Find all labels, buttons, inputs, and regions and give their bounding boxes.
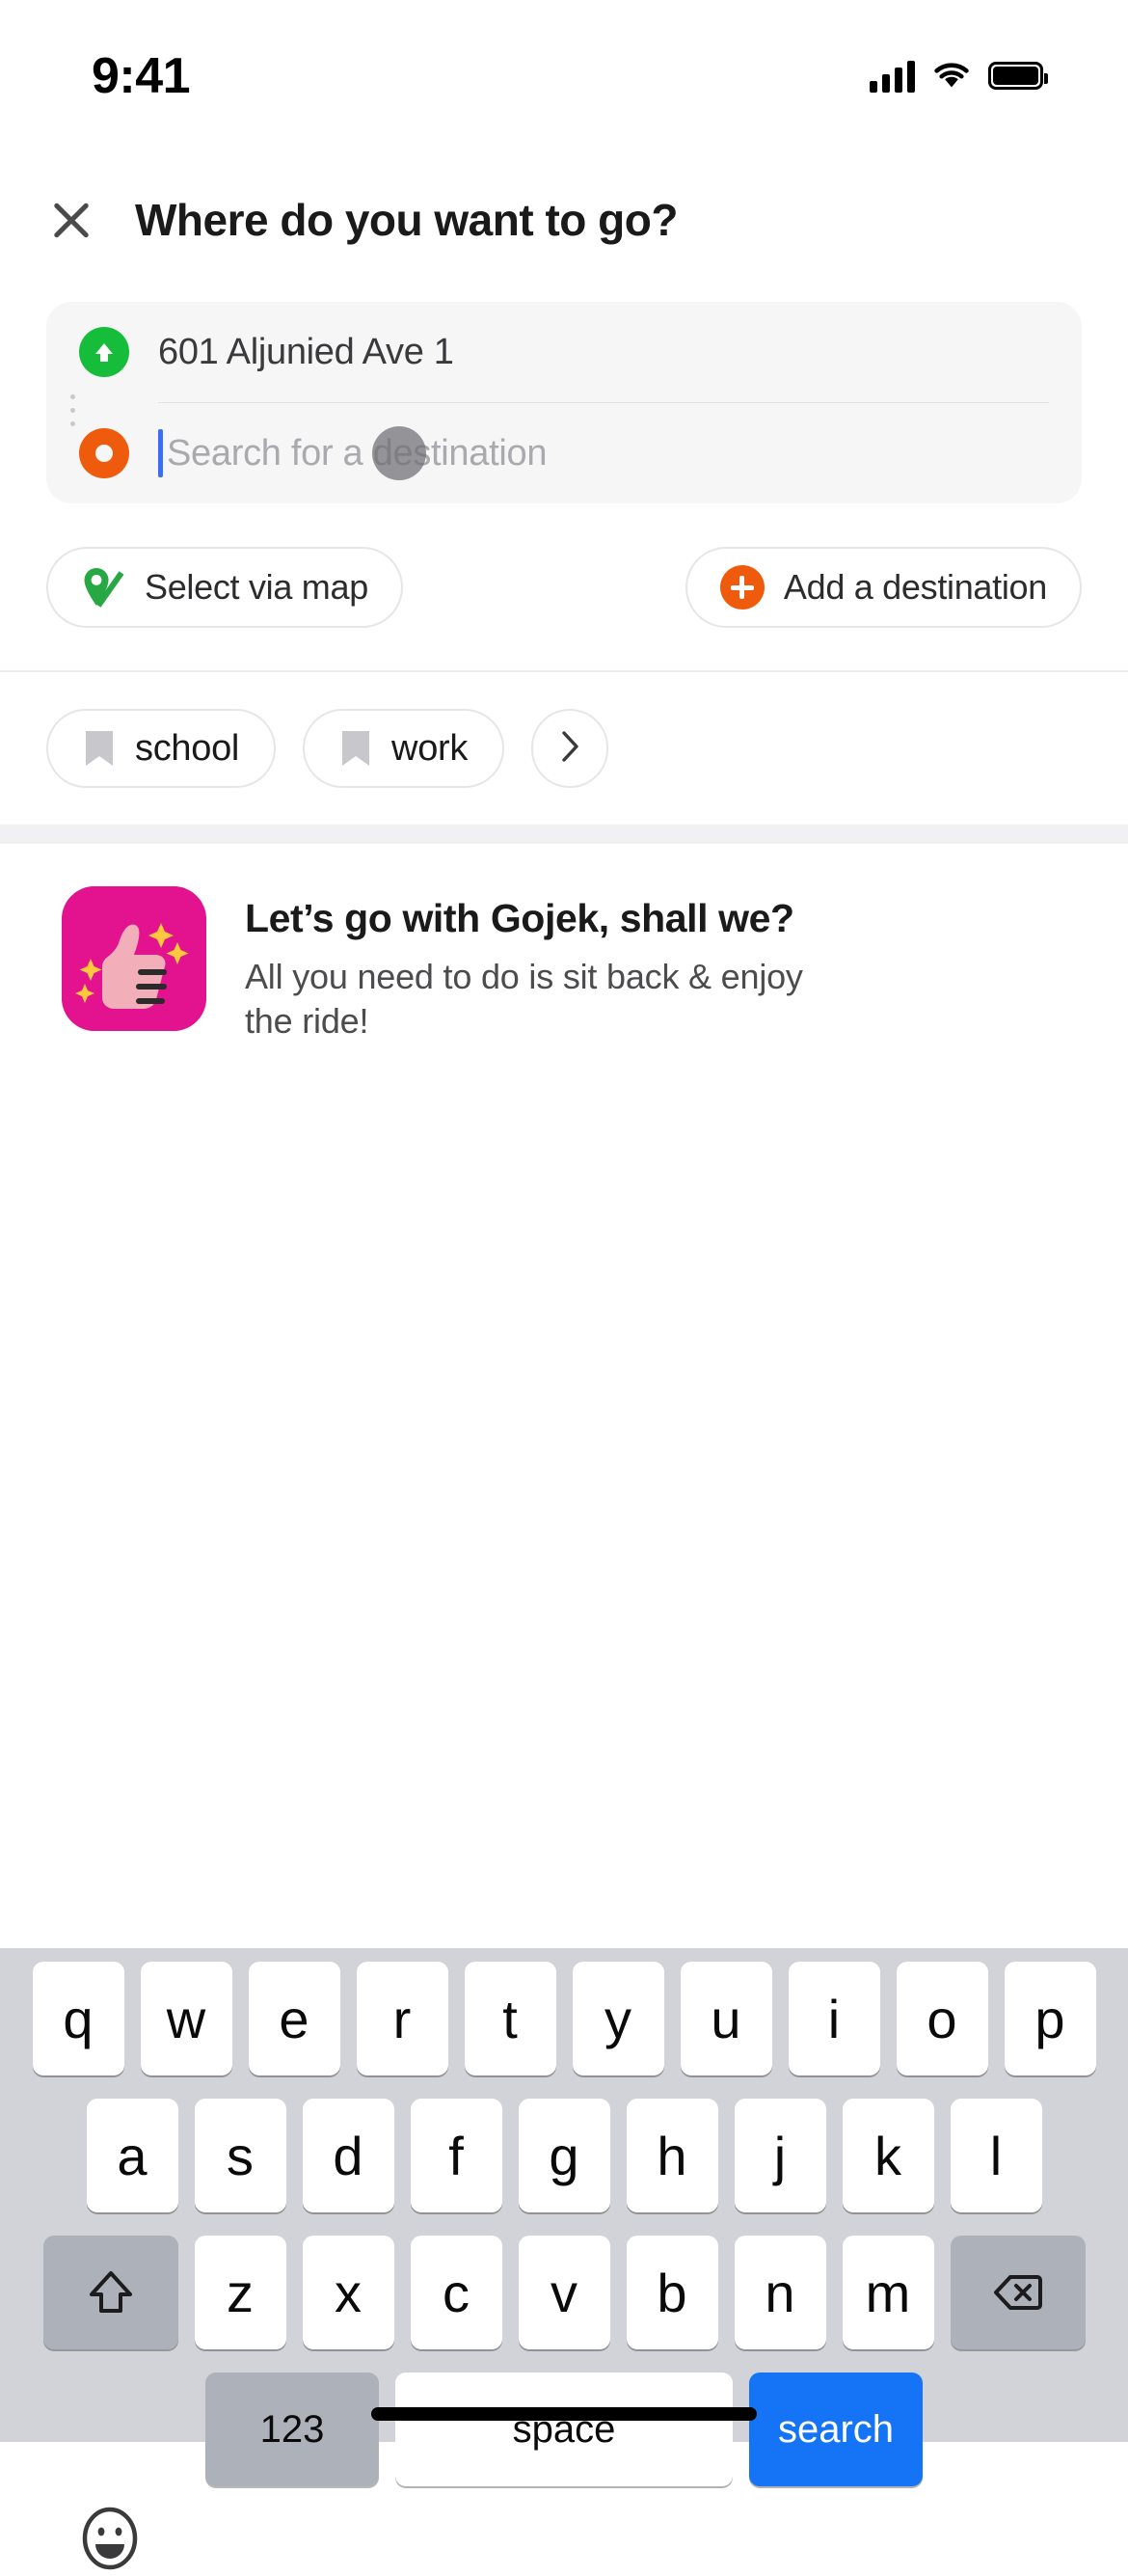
- more-saved-places-button[interactable]: [531, 709, 609, 788]
- plus-circle-icon: [719, 565, 765, 610]
- saved-places-row: school work: [0, 672, 1128, 825]
- origin-up-arrow-icon: [79, 327, 129, 377]
- map-pin-icon: [81, 565, 125, 610]
- add-a-destination-button[interactable]: Add a destination: [685, 547, 1082, 628]
- keyboard-row-1: q w e r t y u i o p: [0, 1962, 1128, 2075]
- promo-banner[interactable]: Let’s go with Gojek, shall we? All you n…: [0, 844, 1128, 1044]
- battery-full-icon: [988, 62, 1048, 90]
- space-key[interactable]: space: [395, 2373, 733, 2486]
- key-z[interactable]: z: [194, 2236, 286, 2349]
- key-c[interactable]: c: [410, 2236, 502, 2349]
- page-header: Where do you want to go?: [0, 130, 1128, 256]
- status-bar-time: 9:41: [92, 47, 191, 104]
- route-search-card: 601 Aljunied Ave 1 Search for a destinat…: [46, 302, 1082, 503]
- key-y[interactable]: y: [572, 1962, 664, 2075]
- thumbs-up-sparkle-icon: [62, 886, 206, 1031]
- keyboard-row-3: z x c v b n m: [0, 2236, 1128, 2349]
- destination-field-row[interactable]: Search for a destination: [79, 403, 1049, 503]
- key-e[interactable]: e: [248, 1962, 340, 2075]
- saved-place-school-label: school: [135, 727, 240, 769]
- promo-text: Let’s go with Gojek, shall we? All you n…: [245, 886, 823, 1044]
- key-g[interactable]: g: [518, 2099, 610, 2212]
- add-a-destination-label: Add a destination: [783, 567, 1047, 607]
- saved-place-work-label: work: [391, 727, 469, 769]
- key-n[interactable]: n: [734, 2236, 826, 2349]
- keyboard-row-5: [0, 2506, 1128, 2571]
- wifi-icon: [932, 61, 971, 92]
- key-k[interactable]: k: [842, 2099, 934, 2212]
- destination-dot-icon: [79, 428, 129, 478]
- key-l[interactable]: l: [950, 2099, 1042, 2212]
- home-indicator: [371, 2407, 757, 2421]
- select-via-map-label: Select via map: [145, 567, 368, 607]
- key-f[interactable]: f: [410, 2099, 502, 2212]
- status-bar-indicators: [870, 39, 1048, 93]
- destination-input-wrap[interactable]: Search for a destination: [158, 426, 1049, 480]
- bookmark-icon: [339, 728, 372, 769]
- select-via-map-button[interactable]: Select via map: [46, 547, 403, 628]
- on-screen-keyboard: q w e r t y u i o p a s d f g h j k l z …: [0, 1948, 1128, 2570]
- key-a[interactable]: a: [86, 2099, 178, 2212]
- shift-icon[interactable]: [42, 2236, 178, 2349]
- keyboard-row-2: a s d f g h j k l: [0, 2099, 1128, 2212]
- numbers-key[interactable]: 123: [205, 2373, 379, 2486]
- key-t[interactable]: t: [464, 1962, 556, 2075]
- key-m[interactable]: m: [842, 2236, 934, 2349]
- page-title: Where do you want to go?: [135, 194, 678, 245]
- promo-subtitle: All you need to do is sit back & enjoy t…: [245, 957, 803, 1042]
- emoji-smiley-icon[interactable]: [77, 2506, 143, 2571]
- origin-field-row[interactable]: 601 Aljunied Ave 1: [79, 302, 1049, 402]
- cellular-signal-icon: [870, 60, 915, 93]
- key-d[interactable]: d: [302, 2099, 394, 2212]
- route-dotted-connector: [70, 394, 75, 426]
- key-x[interactable]: x: [302, 2236, 394, 2349]
- key-o[interactable]: o: [896, 1962, 988, 2075]
- bookmark-icon: [83, 728, 116, 769]
- key-v[interactable]: v: [518, 2236, 610, 2349]
- section-spacer: [0, 825, 1128, 844]
- touch-indicator: [372, 426, 426, 480]
- text-caret: [158, 429, 163, 477]
- origin-input[interactable]: 601 Aljunied Ave 1: [158, 332, 454, 373]
- keyboard-row-4: 123 space search: [0, 2373, 1128, 2486]
- key-w[interactable]: w: [140, 1962, 232, 2075]
- action-buttons-row: Select via map Add a destination: [0, 503, 1128, 670]
- saved-place-school[interactable]: school: [46, 709, 277, 788]
- promo-title: Let’s go with Gojek, shall we?: [245, 896, 794, 940]
- close-icon[interactable]: [46, 195, 96, 245]
- backspace-icon[interactable]: [950, 2236, 1086, 2349]
- key-i[interactable]: i: [788, 1962, 880, 2075]
- key-s[interactable]: s: [194, 2099, 286, 2212]
- destination-input[interactable]: Search for a destination: [167, 433, 547, 475]
- saved-place-work[interactable]: work: [303, 709, 505, 788]
- key-b[interactable]: b: [626, 2236, 718, 2349]
- key-h[interactable]: h: [626, 2099, 718, 2212]
- chevron-right-icon: [557, 730, 582, 768]
- key-q[interactable]: q: [32, 1962, 124, 2075]
- key-p[interactable]: p: [1004, 1962, 1096, 2075]
- search-return-key[interactable]: search: [749, 2373, 923, 2486]
- key-u[interactable]: u: [680, 1962, 772, 2075]
- status-bar: 9:41: [0, 0, 1128, 130]
- key-j[interactable]: j: [734, 2099, 826, 2212]
- key-r[interactable]: r: [356, 1962, 448, 2075]
